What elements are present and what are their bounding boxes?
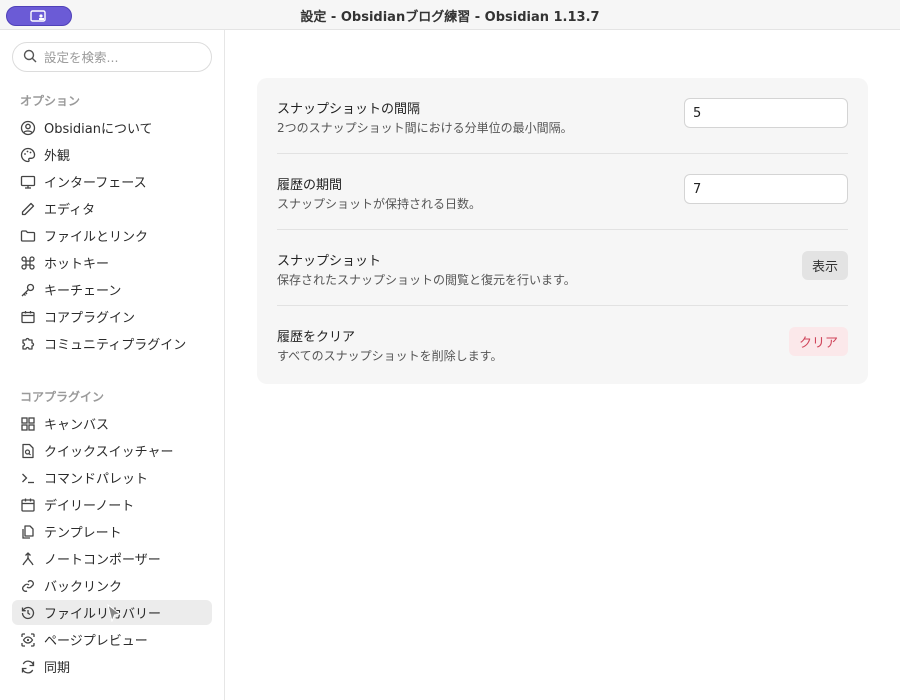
search-input[interactable] [44,49,194,65]
options-section-title: オプション [20,94,81,108]
calendar-icon [20,497,36,513]
link-back-icon [20,578,36,594]
terminal-icon [20,470,36,486]
layout-grid-icon [20,416,36,432]
nav-item-label: デイリーノート [44,499,135,514]
puzzle-icon [20,336,36,352]
setting-history-length: 履歴の期間 スナップショットが保持される日数。 [277,154,848,230]
nav-item-label: キャンバス [44,418,110,433]
nav-item-label: コアプラグイン [44,311,136,326]
nav-item-canvas[interactable]: キャンバス [12,411,212,436]
setting-name: 履歴の期間 [277,178,343,193]
setting-description: すべてのスナップショットを削除します。 [277,349,503,363]
nav-item-label: ファイルリカバリー [44,607,162,622]
view-snapshots-button[interactable]: 表示 [801,251,848,280]
calendar-box-icon [20,309,36,325]
nav-item-label: キーチェーン [44,284,122,299]
nav-item-quick-switcher[interactable]: クイックスイッチャー [12,438,212,463]
nav-item-label: バックリンク [44,580,123,595]
files-icon [20,524,36,540]
history-icon [20,605,36,621]
scan-eye-icon [20,632,36,648]
nav-item-label: Obsidianについて [44,122,153,137]
settings-sidebar: オプション Obsidianについて 外観 インターフェース エディタ ファイル… [0,30,225,700]
nav-item-label: ノートコンポーザー [44,553,161,568]
user-circle-icon [20,120,36,136]
file-search-icon [20,443,36,459]
settings-search[interactable] [12,42,212,72]
mouse-cursor-icon [106,603,122,626]
window-title: 設定 - Obsidianブログ練習 - Obsidian 1.13.7 [300,10,600,25]
palette-icon [20,147,36,163]
merge-icon [20,551,36,567]
nav-item-label: 同期 [44,661,71,676]
key-icon [20,282,36,298]
setting-description: スナップショットが保持される日数。 [277,197,482,211]
nav-item-core-plugins[interactable]: コアプラグイン [12,304,212,329]
nav-item-page-preview[interactable]: ページプレビュー [12,627,212,652]
folder-icon [20,228,36,244]
setting-clear-history: 履歴をクリア すべてのスナップショットを削除します。 クリア [277,306,848,382]
core-plugins-section-title: コアプラグイン [20,390,105,404]
setting-snapshots: スナップショット 保存されたスナップショットの閲覧と復元を行います。 表示 [277,230,848,306]
nav-item-editor[interactable]: エディタ [12,196,212,221]
command-key-icon [20,255,36,271]
nav-item-daily-notes[interactable]: デイリーノート [12,492,212,517]
settings-content: スナップショットの間隔 2つのスナップショット間における分単位の最小間隔。 履歴… [226,30,900,700]
nav-item-backlinks[interactable]: バックリンク [12,573,212,598]
nav-item-label: クイックスイッチャー [44,445,174,460]
nav-item-appearance[interactable]: 外観 [12,142,212,167]
pencil-icon [20,201,36,217]
nav-item-label: コマンドパレット [44,472,149,487]
snapshot-interval-input[interactable] [684,98,848,128]
monitor-icon [20,174,36,190]
file-recovery-settings-panel: スナップショットの間隔 2つのスナップショット間における分単位の最小間隔。 履歴… [257,78,868,384]
nav-item-label: 外観 [44,149,71,164]
nav-item-label: コミュニティプラグイン [44,338,187,353]
search-icon [23,48,37,67]
nav-item-hotkeys[interactable]: ホットキー [12,250,212,275]
nav-item-templates[interactable]: テンプレート [12,519,212,544]
nav-item-about[interactable]: Obsidianについて [12,115,212,140]
setting-name: スナップショット [277,254,382,269]
nav-item-note-composer[interactable]: ノートコンポーザー [12,546,212,571]
nav-item-keychain[interactable]: キーチェーン [12,277,212,302]
nav-item-community-plugins[interactable]: コミュニティプラグイン [12,331,212,356]
nav-item-label: エディタ [44,203,96,218]
nav-item-label: テンプレート [44,526,122,541]
nav-item-interface[interactable]: インターフェース [12,169,212,194]
nav-item-label: インターフェース [44,176,147,191]
nav-item-label: ホットキー [44,257,110,272]
clear-history-button[interactable]: クリア [788,327,848,356]
setting-description: 2つのスナップショット間における分単位の最小間隔。 [277,121,573,135]
setting-name: 履歴をクリア [277,330,356,345]
nav-item-label: ファイルとリンク [44,230,149,245]
title-bar: 設定 - Obsidianブログ練習 - Obsidian 1.13.7 [0,0,900,30]
refresh-icon [20,659,36,675]
nav-item-command-palette[interactable]: コマンドパレット [12,465,212,490]
nav-item-sync[interactable]: 同期 [12,654,212,679]
nav-item-files-links[interactable]: ファイルとリンク [12,223,212,248]
history-length-input[interactable] [684,174,848,204]
setting-snapshot-interval: スナップショットの間隔 2つのスナップショット間における分単位の最小間隔。 [277,78,848,154]
setting-name: スナップショットの間隔 [277,102,421,117]
setting-description: 保存されたスナップショットの閲覧と復元を行います。 [277,273,576,287]
nav-item-label: ページプレビュー [44,634,148,649]
